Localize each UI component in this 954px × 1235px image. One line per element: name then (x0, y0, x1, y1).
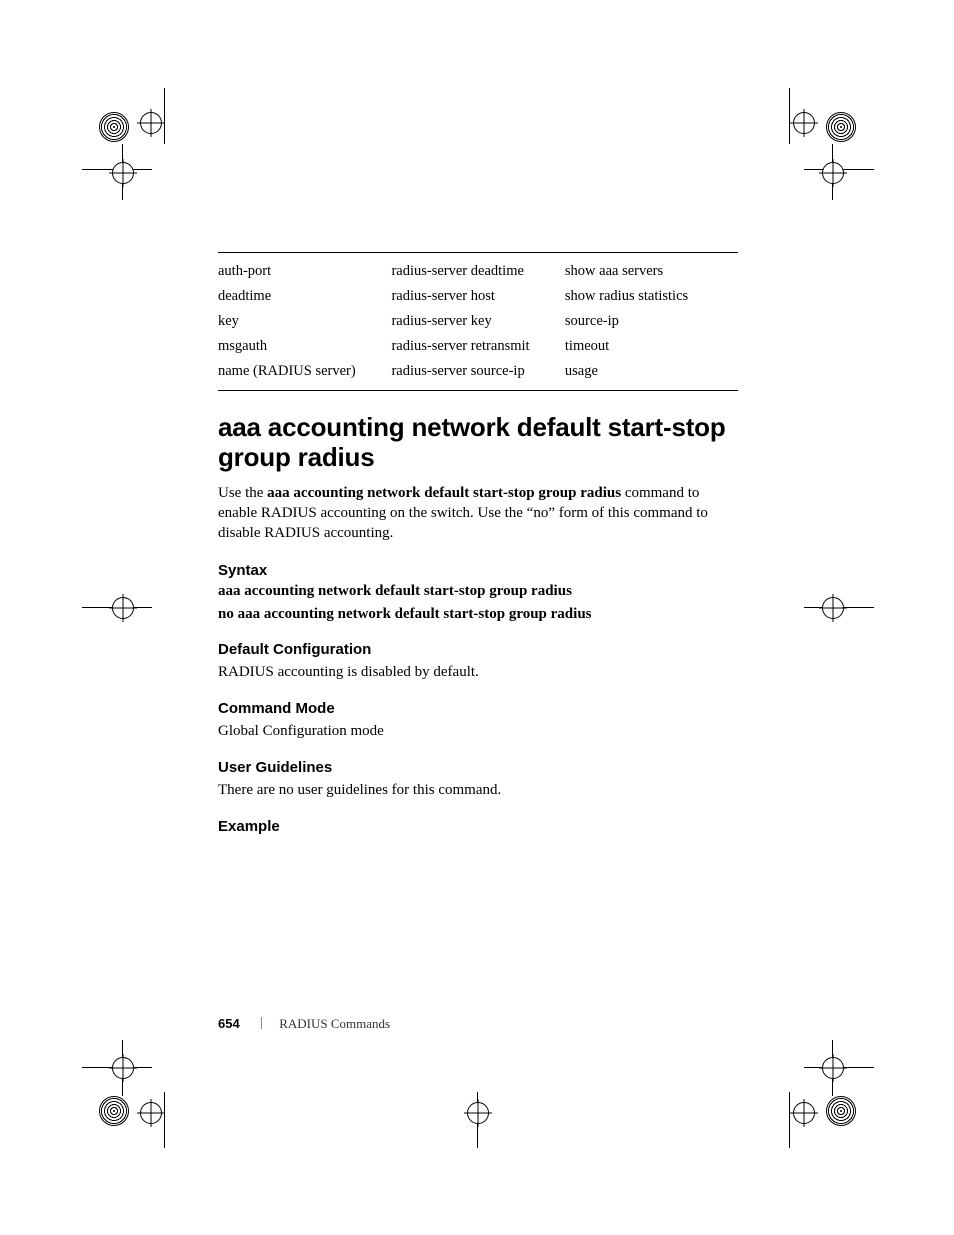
table-row: key radius-server key source-ip (218, 309, 738, 334)
table-cell: radius-server deadtime (391, 253, 564, 285)
crop-line (82, 1067, 152, 1068)
crop-register-icon (822, 597, 844, 619)
table-cell: source-ip (565, 309, 738, 334)
footer-separator (261, 1017, 262, 1029)
user-guidelines-body: There are no user guidelines for this co… (218, 780, 738, 800)
crop-line (164, 1092, 165, 1148)
crop-register-icon (112, 162, 134, 184)
crop-register-icon (822, 1057, 844, 1079)
user-guidelines-heading: User Guidelines (218, 759, 738, 776)
syntax-line-2: no aaa accounting network default start-… (218, 606, 738, 623)
table-cell: radius-server host (391, 284, 564, 309)
table-cell: key (218, 309, 391, 334)
crop-register-icon (140, 112, 162, 134)
crop-register-icon (467, 1102, 489, 1124)
crop-line (82, 169, 152, 170)
crop-line (789, 88, 790, 144)
crop-line (804, 607, 874, 608)
crop-line (804, 169, 874, 170)
crop-register-icon (140, 1102, 162, 1124)
table-cell: deadtime (218, 284, 391, 309)
syntax-heading: Syntax (218, 562, 738, 579)
crop-register-icon (793, 112, 815, 134)
crop-line (804, 1067, 874, 1068)
intro-prefix: Use the (218, 485, 267, 501)
crop-line (789, 1092, 790, 1148)
table-cell: show aaa servers (565, 253, 738, 285)
crop-register-icon (822, 162, 844, 184)
table-cell: show radius statistics (565, 284, 738, 309)
command-mode-body: Global Configuration mode (218, 721, 738, 741)
crop-line (122, 144, 123, 200)
table-cell: radius-server key (391, 309, 564, 334)
crop-line (122, 1040, 123, 1096)
crop-register-icon (112, 597, 134, 619)
table-cell: msgauth (218, 334, 391, 359)
crop-line (832, 1040, 833, 1096)
table-row: msgauth radius-server retransmit timeout (218, 334, 738, 359)
table-cell: timeout (565, 334, 738, 359)
page-footer: 654 RADIUS Commands (218, 1016, 390, 1032)
command-mode-heading: Command Mode (218, 700, 738, 717)
crop-register-icon (793, 1102, 815, 1124)
table-cell: radius-server retransmit (391, 334, 564, 359)
intro-command-bold: aaa accounting network default start-sto… (267, 485, 621, 501)
default-config-heading: Default Configuration (218, 641, 738, 658)
example-heading: Example (218, 818, 738, 835)
crop-pattern-icon (99, 1096, 129, 1126)
table-cell: radius-server source-ip (391, 359, 564, 391)
footer-section: RADIUS Commands (279, 1016, 390, 1031)
default-config-body: RADIUS accounting is disabled by default… (218, 662, 738, 682)
crop-line (477, 1092, 478, 1148)
crop-pattern-icon (826, 1096, 856, 1126)
table-row: deadtime radius-server host show radius … (218, 284, 738, 309)
page-number: 654 (218, 1016, 240, 1031)
crop-register-icon (112, 1057, 134, 1079)
page-title: aaa accounting network default start-sto… (218, 413, 738, 473)
table-row: name (RADIUS server) radius-server sourc… (218, 359, 738, 391)
table-row: auth-port radius-server deadtime show aa… (218, 253, 738, 285)
syntax-line-1: aaa accounting network default start-sto… (218, 583, 738, 600)
crop-line (82, 607, 152, 608)
crop-pattern-icon (826, 112, 856, 142)
page-body: auth-port radius-server deadtime show aa… (218, 252, 738, 839)
table-cell: usage (565, 359, 738, 391)
command-index-table: auth-port radius-server deadtime show aa… (218, 252, 738, 391)
crop-line (832, 144, 833, 200)
crop-pattern-icon (99, 112, 129, 142)
table-cell: auth-port (218, 253, 391, 285)
intro-paragraph: Use the aaa accounting network default s… (218, 483, 738, 544)
table-cell: name (RADIUS server) (218, 359, 391, 391)
crop-line (164, 88, 165, 144)
